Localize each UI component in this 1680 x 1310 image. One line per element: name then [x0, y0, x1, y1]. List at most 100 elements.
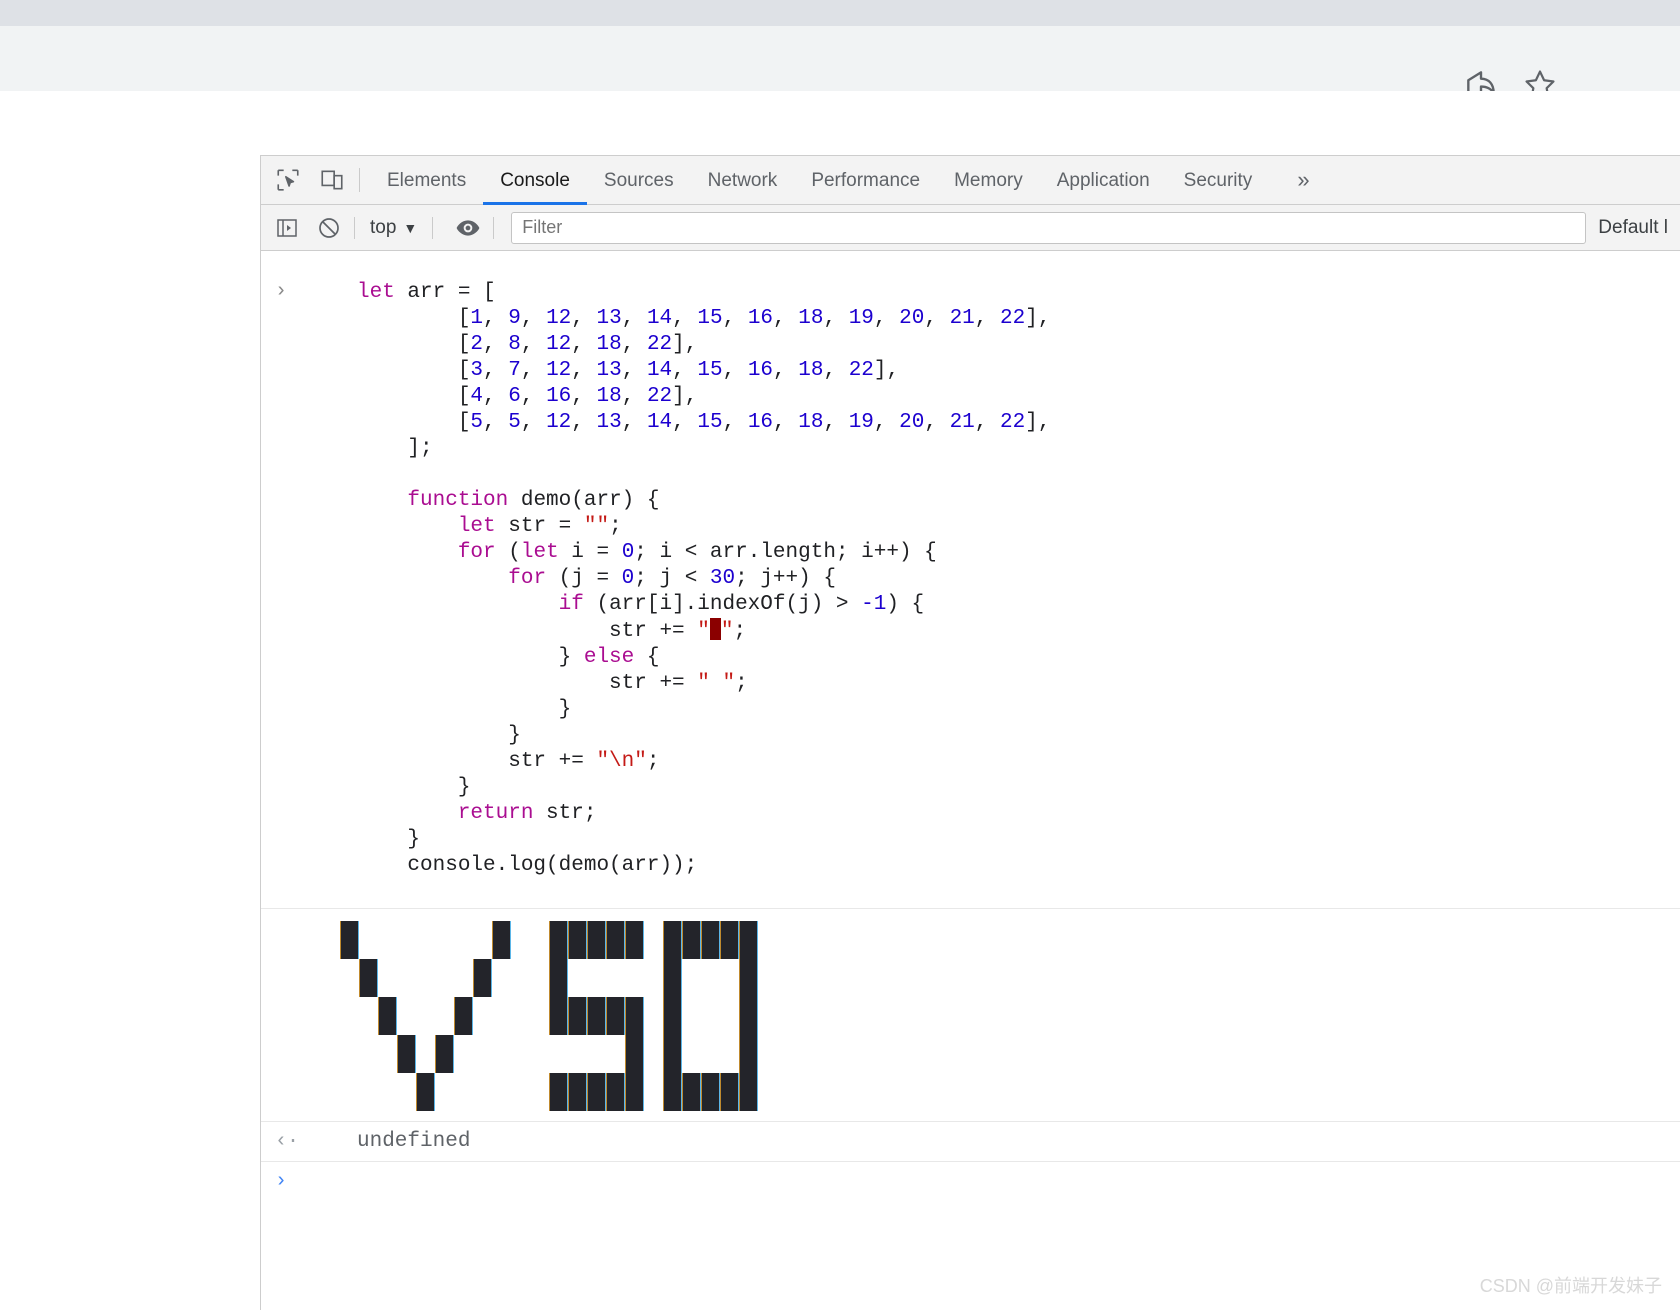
- code-token: ,: [924, 411, 950, 434]
- pixel-off: [834, 1035, 853, 1073]
- code-token: 19: [848, 307, 874, 330]
- code-token: ,: [621, 333, 647, 356]
- pixel-off: [492, 1035, 511, 1073]
- pixel-on: [549, 1073, 568, 1111]
- code-token: 22: [646, 385, 673, 408]
- code-token: -1: [861, 593, 887, 616]
- code-token: ],: [672, 385, 698, 408]
- watermark: CSDN @前端开发妹子: [1479, 1276, 1662, 1296]
- code-token: }: [357, 698, 572, 721]
- pixel-off: [530, 997, 549, 1035]
- code-token: ": [720, 620, 734, 643]
- code-token: "": [583, 515, 610, 538]
- pixel-on: [625, 1035, 644, 1073]
- pixel-off: [682, 997, 701, 1035]
- code-token: ,: [823, 411, 849, 434]
- code-token: 13: [596, 411, 622, 434]
- pixel-off: [340, 1035, 359, 1073]
- pixel-on: [568, 1073, 587, 1111]
- code-token: 21: [949, 411, 975, 434]
- tab-memory[interactable]: Memory: [937, 156, 1040, 205]
- pixel-on: [701, 921, 720, 959]
- code-token: ;: [646, 750, 660, 773]
- filterbar-divider-1: [354, 216, 355, 239]
- device-toolbar-icon[interactable]: [315, 163, 349, 197]
- code-token: ],: [672, 333, 698, 356]
- filter-input[interactable]: [511, 211, 1587, 244]
- pixel-off: [872, 1073, 891, 1111]
- chevron-down-icon: ▼: [403, 219, 418, 236]
- pixel-off: [853, 959, 872, 997]
- console-return-entry: ‹· undefined: [261, 1122, 1680, 1162]
- pixel-off: [359, 1073, 378, 1111]
- tab-console[interactable]: Console: [483, 156, 587, 205]
- tab-network[interactable]: Network: [691, 156, 795, 205]
- pixel-off: [796, 1035, 815, 1073]
- pixel-off: [435, 1073, 454, 1111]
- page-content-area: [0, 155, 260, 1310]
- pixel-off: [606, 959, 625, 997]
- code-token: ,: [974, 411, 1001, 434]
- pixel-off: [568, 959, 587, 997]
- tab-performance[interactable]: Performance: [794, 156, 937, 205]
- console-source-code[interactable]: let arr = [ [1, 9, 12, 13, 14, 15, 16, 1…: [261, 272, 1680, 887]
- code-token: ,: [571, 333, 597, 356]
- code-token: ,: [672, 307, 698, 330]
- code-token: [: [357, 333, 471, 356]
- console-sidebar-icon[interactable]: [271, 212, 303, 244]
- code-token: ,: [520, 411, 547, 434]
- code-token: ],: [1025, 307, 1051, 330]
- pixel-off: [606, 1035, 625, 1073]
- clear-console-icon[interactable]: [313, 212, 345, 244]
- code-token: arr = [: [407, 281, 496, 304]
- code-token: }: [357, 724, 521, 747]
- code-token: str +=: [357, 672, 698, 695]
- pixel-off: [340, 959, 359, 997]
- pixel-off: [701, 1035, 720, 1073]
- pixel-off: [777, 1073, 796, 1111]
- code-token: ,: [773, 307, 799, 330]
- pixel-off: [454, 959, 473, 997]
- tab-security[interactable]: Security: [1167, 156, 1270, 205]
- pixel-on: [549, 921, 568, 959]
- pixel-off: [511, 959, 530, 997]
- code-token: ,: [722, 411, 748, 434]
- code-token: 18: [596, 333, 622, 356]
- browser-toolbar: [0, 26, 1680, 99]
- pixel-on: [720, 1073, 739, 1111]
- code-token: ,: [571, 307, 597, 330]
- tab-elements[interactable]: Elements: [370, 156, 483, 205]
- pixel-on: [416, 1073, 435, 1111]
- code-token: ,: [672, 411, 698, 434]
- pixel-off: [549, 1035, 568, 1073]
- pixel-off: [644, 1073, 663, 1111]
- pixel-off: [492, 959, 511, 997]
- execution-context-select[interactable]: top ▼: [364, 217, 423, 239]
- pixel-on: [739, 997, 758, 1035]
- console-prompt-row[interactable]: ›: [261, 1162, 1680, 1208]
- code-token: 12: [546, 307, 572, 330]
- code-token: 20: [899, 307, 925, 330]
- live-expression-icon[interactable]: [452, 212, 484, 244]
- pixel-on: [682, 921, 701, 959]
- code-token: str;: [533, 802, 597, 825]
- pixel-off: [416, 921, 435, 959]
- code-token: i =: [558, 541, 622, 564]
- pixel-off: [720, 959, 739, 997]
- inspect-element-icon[interactable]: [271, 163, 305, 197]
- code-token: ,: [483, 307, 509, 330]
- code-token: str +=: [357, 620, 698, 643]
- tab-sources[interactable]: Sources: [587, 156, 691, 205]
- pixel-on: [663, 1073, 682, 1111]
- code-token: for: [508, 567, 547, 590]
- pixel-art-row: [321, 997, 1680, 1035]
- pixel-off: [454, 1073, 473, 1111]
- log-level-select[interactable]: Default l: [1586, 217, 1680, 239]
- tab-application[interactable]: Application: [1040, 156, 1167, 205]
- pixel-off: [720, 997, 739, 1035]
- pixel-off: [378, 1035, 397, 1073]
- more-tabs-icon[interactable]: »: [1287, 167, 1319, 193]
- code-token: let: [520, 541, 559, 564]
- code-token: 18: [798, 307, 824, 330]
- prompt-marker-icon: ›: [275, 1170, 288, 1193]
